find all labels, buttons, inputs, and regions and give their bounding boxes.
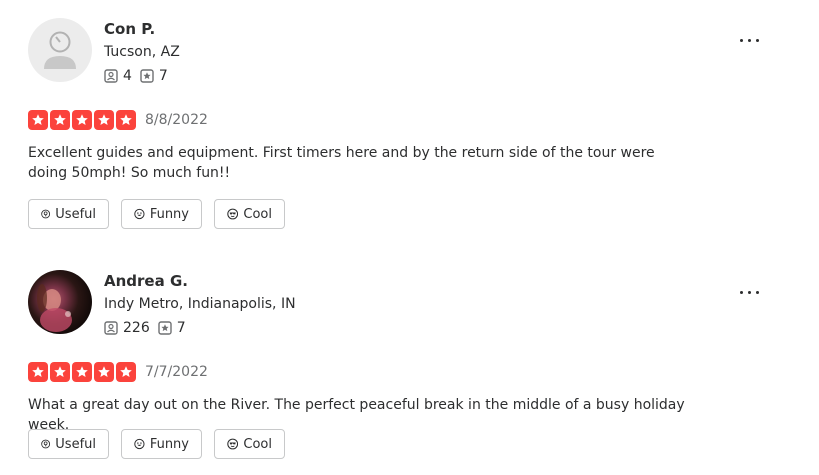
- useful-label: Useful: [55, 436, 96, 452]
- rating-row: 7/7/2022: [28, 362, 208, 382]
- rating-row: 8/8/2022: [28, 110, 208, 130]
- cool-button[interactable]: Cool: [214, 199, 285, 229]
- cool-label: Cool: [243, 436, 272, 452]
- star-icon: [94, 362, 114, 382]
- review-date: 8/8/2022: [145, 112, 208, 128]
- lightbulb-icon: [41, 209, 51, 219]
- star-icon: [50, 362, 70, 382]
- sunglasses-icon: [227, 208, 239, 220]
- funny-button[interactable]: Funny: [121, 429, 202, 459]
- more-options-button[interactable]: [738, 30, 762, 50]
- star-icon: [116, 110, 136, 130]
- cool-button[interactable]: Cool: [214, 429, 285, 459]
- review-count-stat: 4: [104, 68, 132, 84]
- lightbulb-icon: [41, 439, 51, 449]
- review-count: 4: [123, 68, 132, 84]
- review-count-stat: 226: [104, 320, 150, 336]
- review-count-icon: [104, 321, 118, 335]
- photo-count-icon: [140, 69, 154, 83]
- smile-icon: [134, 208, 145, 220]
- user-avatar[interactable]: [28, 270, 92, 334]
- reaction-buttons: Useful Funny Cool: [28, 199, 297, 229]
- cool-label: Cool: [243, 206, 272, 222]
- review-text: Excellent guides and equipment. First ti…: [28, 145, 655, 181]
- user-avatar[interactable]: [28, 18, 92, 82]
- funny-label: Funny: [149, 206, 189, 222]
- photo-count: 7: [158, 68, 168, 84]
- more-options-icon: [748, 39, 751, 42]
- funny-button[interactable]: Funny: [121, 199, 202, 229]
- user-location: Tucson, AZ: [104, 44, 180, 60]
- useful-label: Useful: [55, 206, 96, 222]
- star-icon: [72, 362, 92, 382]
- more-options-icon: [740, 291, 743, 294]
- user-stats: 226 7: [104, 320, 194, 336]
- funny-label: Funny: [149, 436, 189, 452]
- review-count: 226: [123, 320, 150, 336]
- star-rating: [28, 110, 138, 130]
- user-location: Indy Metro, Indianapolis, IN: [104, 296, 296, 312]
- star-icon: [28, 110, 48, 130]
- photo-count-stat: 7: [158, 320, 186, 336]
- useful-button[interactable]: Useful: [28, 199, 109, 229]
- more-options-icon: [756, 39, 759, 42]
- star-icon: [116, 362, 136, 382]
- sunglasses-icon: [227, 438, 239, 450]
- default-avatar-icon: [44, 31, 76, 69]
- review-count-icon: [104, 69, 118, 83]
- more-options-icon: [756, 291, 759, 294]
- photo-count-icon: [158, 321, 172, 335]
- photo-count: 7: [176, 320, 186, 336]
- star-icon: [72, 110, 92, 130]
- star-icon: [28, 362, 48, 382]
- useful-button[interactable]: Useful: [28, 429, 109, 459]
- photo-count-stat: 7: [140, 68, 168, 84]
- star-rating: [28, 362, 138, 382]
- more-options-button[interactable]: [738, 282, 762, 302]
- more-options-icon: [740, 39, 743, 42]
- smile-icon: [134, 438, 145, 450]
- star-icon: [50, 110, 70, 130]
- user-name[interactable]: Con P.: [104, 20, 155, 38]
- user-photo-icon: [37, 284, 72, 332]
- more-options-icon: [748, 291, 751, 294]
- reaction-buttons: Useful Funny Cool: [28, 429, 297, 459]
- star-icon: [94, 110, 114, 130]
- user-stats: 4 7: [104, 68, 176, 84]
- review-date: 7/7/2022: [145, 364, 208, 380]
- user-name[interactable]: Andrea G.: [104, 272, 188, 290]
